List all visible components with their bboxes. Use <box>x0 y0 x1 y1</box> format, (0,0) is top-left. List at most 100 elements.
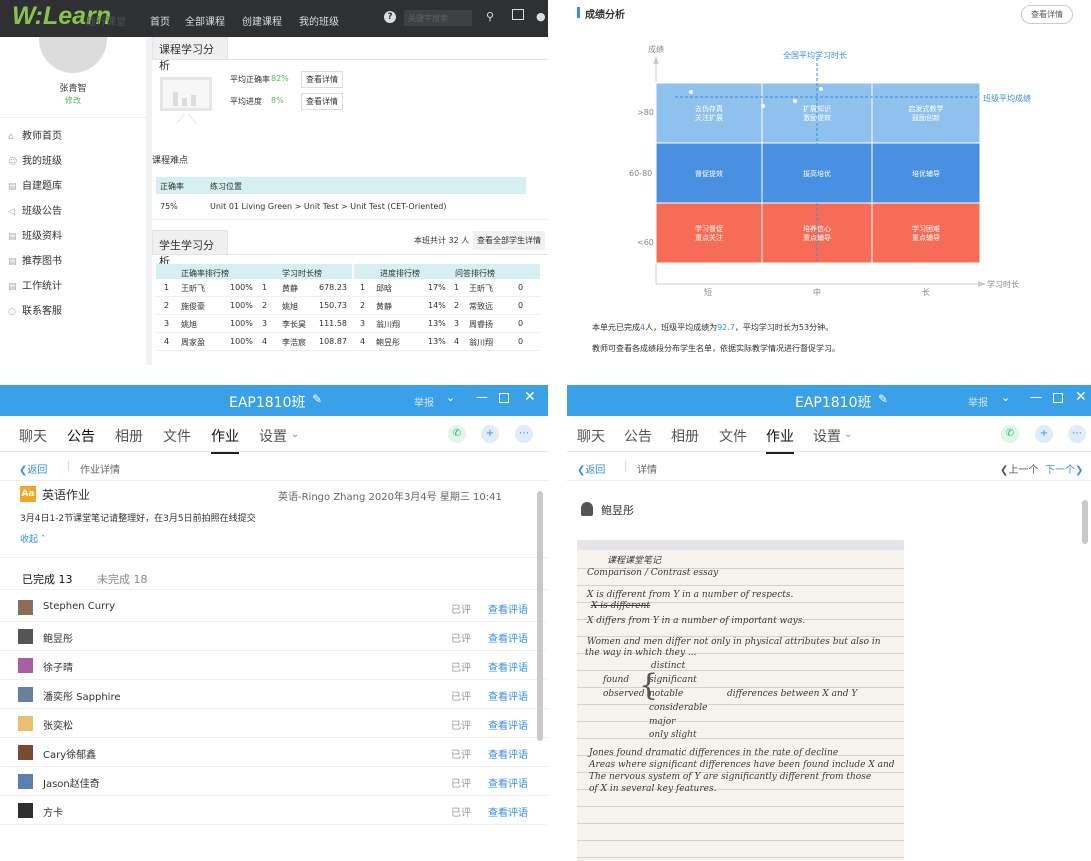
next-button[interactable]: 下一个❯ <box>1045 461 1083 476</box>
rank-cell: 3 <box>164 319 170 328</box>
sidebar-item-books[interactable]: ▤ 推荐图书 <box>8 252 62 267</box>
tab-homework[interactable]: 作业 <box>211 426 239 454</box>
handwritten-line: considerable <box>649 703 708 713</box>
nav-all-courses[interactable]: 全部课程 <box>185 13 225 28</box>
mail-icon[interactable] <box>512 9 524 20</box>
close-icon[interactable]: ✕ <box>1075 389 1087 405</box>
student-row[interactable]: 潘奕彤 Sapphire 已评 查看评语 <box>0 680 548 709</box>
report-link[interactable]: 举报 <box>968 394 988 409</box>
maximize-icon[interactable] <box>1053 393 1063 403</box>
view-comment-link[interactable]: 查看评语 <box>488 688 528 703</box>
settings-chevron-icon[interactable]: ⌄ <box>844 429 852 440</box>
phone-icon[interactable]: ✆ <box>448 425 466 443</box>
add-post-icon[interactable]: + <box>481 425 499 443</box>
more-icon[interactable]: ⋯ <box>515 425 533 443</box>
tab-album[interactable]: 相册 <box>115 426 143 446</box>
view-comment-link[interactable]: 查看评语 <box>488 630 528 645</box>
review-status: 已评 <box>451 721 471 732</box>
sidebar-item-my-class[interactable]: ☺ 我的班级 <box>8 152 62 167</box>
search-icon[interactable]: ⚲ <box>486 10 494 23</box>
view-progress-detail-button[interactable]: 查看详情 <box>301 93 343 110</box>
tab-files[interactable]: 文件 <box>163 426 191 446</box>
nav-my-class[interactable]: 我的班级 <box>299 13 339 28</box>
nav-create-course[interactable]: 创建课程 <box>242 13 282 28</box>
view-comment-link[interactable]: 查看评语 <box>488 775 528 790</box>
phone-icon[interactable]: ✆ <box>1001 425 1019 443</box>
homework-photo[interactable]: 课程课堂笔记 Comparison / Contrast essay X is di… <box>577 540 904 861</box>
student-row[interactable]: Jason赵佳奇 已评 查看评语 <box>0 767 548 796</box>
student-row[interactable]: 徐子晴 已评 查看评语 <box>0 651 548 680</box>
tab-announcement[interactable]: 公告 <box>624 426 652 446</box>
back-link[interactable]: ❮返回 <box>19 461 47 476</box>
close-icon[interactable]: ✕ <box>524 389 536 405</box>
scrollbar[interactable] <box>1082 500 1088 544</box>
student-row[interactable]: 方卡 已评 查看评语 <box>0 796 548 825</box>
matrix-cell-label: 培养信心 重点辅导 <box>803 225 831 242</box>
sidebar-item-label: 联系客服 <box>22 306 62 317</box>
sidebar-item-stats[interactable]: ▤ 工作统计 <box>8 277 62 292</box>
student-row[interactable]: Stephen Curry 已评 查看评语 <box>0 593 548 622</box>
tab-homework[interactable]: 作业 <box>766 426 794 454</box>
rank-cell: 2 <box>454 301 460 310</box>
tab-course-analysis[interactable]: 课程学习分析 <box>152 37 228 72</box>
tab-files[interactable]: 文件 <box>719 426 747 446</box>
sidebar-item-home[interactable]: ⌂ 教师首页 <box>8 127 62 142</box>
more-icon[interactable]: ⋯ <box>1068 425 1086 443</box>
homework-description: 3月4日1-2节课堂笔记请整理好，在3月5日前拍照在线提交 <box>20 514 256 524</box>
sidebar-item-support[interactable]: ○ 联系客服 <box>8 302 62 317</box>
view-comment-link[interactable]: 查看评语 <box>488 717 528 732</box>
search-input[interactable]: 关键字搜索 <box>404 10 472 26</box>
maximize-icon[interactable] <box>499 393 509 403</box>
header-position: 练习位置 <box>210 182 242 191</box>
tab-settings[interactable]: 设置 <box>259 426 287 446</box>
tab-chat[interactable]: 聊天 <box>577 426 605 446</box>
view-comment-link[interactable]: 查看评语 <box>488 746 528 761</box>
view-comment-link[interactable]: 查看评语 <box>488 601 528 616</box>
student-name: 鲍昱彤 <box>601 504 634 517</box>
help-icon[interactable]: ? <box>384 11 396 23</box>
view-correct-detail-button[interactable]: 查看详情 <box>301 71 343 88</box>
tab-album[interactable]: 相册 <box>671 426 699 446</box>
report-link[interactable]: 举报 <box>414 394 434 409</box>
student-row[interactable]: Cary徐郁鑫 已评 查看评语 <box>0 738 548 767</box>
view-comment-link[interactable]: 查看评语 <box>488 804 528 819</box>
tab-student-analysis[interactable]: 学生学习分析 <box>152 230 228 268</box>
student-row[interactable]: 张奕松 已评 查看评语 <box>0 709 548 738</box>
view-all-students-button[interactable]: 查看全部学生详情 <box>473 231 545 250</box>
collapse-link[interactable]: 收起 ˆ <box>20 532 45 545</box>
row-label-high: >80 <box>637 108 654 117</box>
nav-home[interactable]: 首页 <box>150 13 170 28</box>
chevron-down-icon[interactable]: ⌄ <box>446 391 455 404</box>
tab-settings[interactable]: 设置 <box>813 426 841 446</box>
minimize-icon[interactable]: — <box>476 390 488 404</box>
student-avatar <box>18 658 33 673</box>
handwritten-line: X is different <box>591 601 651 611</box>
sidebar-item-announcements[interactable]: ◁ 班级公告 <box>8 202 62 217</box>
edit-profile-link[interactable]: 修改 <box>0 95 146 106</box>
edit-icon[interactable]: ✎ <box>312 392 322 406</box>
sidebar-item-materials[interactable]: ▤ 班级资料 <box>8 227 62 242</box>
back-link[interactable]: ❮返回 <box>577 461 605 476</box>
tab-chat[interactable]: 聊天 <box>19 426 47 446</box>
tab-incomplete[interactable]: 未完成 18 <box>97 571 148 587</box>
tab-announcement[interactable]: 公告 <box>67 426 95 446</box>
handwritten-line: The nervous system of Y are significantl… <box>589 772 872 782</box>
review-status: 已评 <box>451 692 471 703</box>
student-row[interactable]: 鲍昱彤 已评 查看评语 <box>0 622 548 651</box>
user-icon[interactable]: ● <box>536 10 546 23</box>
rank-cell: 施俊豪 <box>181 302 205 311</box>
ruled-line <box>577 823 904 824</box>
add-post-icon[interactable]: + <box>1035 425 1053 443</box>
view-comment-link[interactable]: 查看评语 <box>488 659 528 674</box>
settings-chevron-icon[interactable]: ⌄ <box>291 429 299 440</box>
prev-button[interactable]: ❮上一个 <box>1000 461 1038 476</box>
sidebar-item-question-bank[interactable]: ▤ 自建题库 <box>8 177 62 192</box>
minimize-icon[interactable]: — <box>1030 390 1042 404</box>
tab-completed[interactable]: 已完成 13 <box>22 571 73 587</box>
edit-icon[interactable]: ✎ <box>878 392 888 406</box>
ruled-line <box>577 721 904 722</box>
chevron-down-icon[interactable]: ⌄ <box>1001 391 1010 404</box>
difficulty-position-link[interactable]: Unit 01 Living Green > Unit Test > Unit … <box>210 202 446 211</box>
scrollbar[interactable] <box>537 491 543 741</box>
sidebar-item-label: 班级公告 <box>22 206 62 217</box>
